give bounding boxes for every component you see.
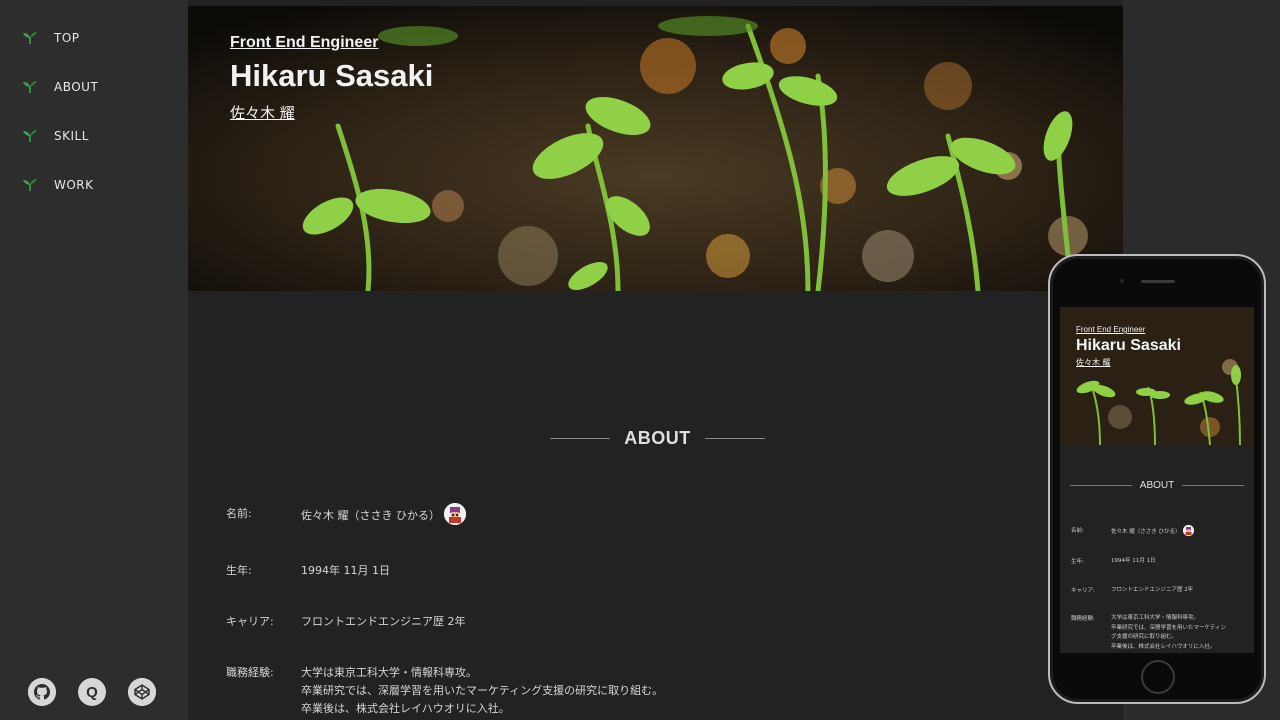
heading-divider bbox=[1182, 485, 1245, 486]
mobile-row-birth: 生年: 1994年 11月 1日 bbox=[1071, 557, 1156, 567]
hero-subtitle: Front End Engineer bbox=[230, 34, 379, 51]
row-label: キャリア: bbox=[1071, 588, 1095, 594]
about-row-name: 名前: 佐々木 耀（ささき ひかる） bbox=[226, 503, 466, 527]
codepen-icon[interactable] bbox=[128, 678, 156, 706]
sidebar-item-top[interactable]: TOP bbox=[22, 31, 80, 45]
row-value: 佐々木 耀（ささき ひかる） bbox=[1111, 525, 1194, 538]
avatar bbox=[1182, 525, 1194, 536]
mobile-about-heading: ABOUT bbox=[1070, 480, 1245, 491]
heading-divider bbox=[550, 438, 611, 439]
phone-speaker bbox=[1141, 280, 1175, 283]
mobile-row-experience: 職務経験: 大学は東京工科大学・情報科専攻。 卒業研究では、深層学習を用いたマー… bbox=[1071, 614, 1226, 652]
mobile-hero-subtitle: Front End Engineer bbox=[1076, 325, 1146, 334]
sprout-icon bbox=[23, 81, 37, 93]
mobile-row-career: キャリア: フロントエンドエンジニア歴 2年 bbox=[1071, 586, 1193, 596]
row-value: フロントエンドエンジニア歴 2年 bbox=[301, 615, 466, 628]
hero-name-kana: 佐々木 耀 bbox=[230, 104, 295, 122]
about-row-experience: 職務経験: 大学は東京工科大学・情報科専攻。 卒業研究では、深層学習を用いたマー… bbox=[226, 664, 663, 718]
experience-line: 卒業研究では、深層学習を用いたマーケティング支援の研究に取り組む。 bbox=[301, 684, 664, 697]
experience-line: 卒業後は、株式会社レイハウオリに入社。 bbox=[1111, 643, 1216, 650]
experience-line: 卒業研究では、深層学習を用いたマーケティン bbox=[1111, 624, 1227, 631]
name-value: 佐々木 耀（ささき ひかる） bbox=[301, 509, 440, 522]
qiita-glyph: Q bbox=[86, 683, 98, 701]
hero-text: Front End Engineer Hikaru Sasaki 佐々木 耀 bbox=[230, 34, 433, 123]
phone-home-button bbox=[1141, 660, 1175, 694]
sidebar: TOP ABOUT SKILL WORK Q bbox=[0, 0, 188, 720]
row-value: 佐々木 耀（ささき ひかる） bbox=[301, 503, 466, 527]
hero-banner: Front End Engineer Hikaru Sasaki 佐々木 耀 bbox=[188, 6, 1123, 291]
mobile-hero-banner: Front End Engineer Hikaru Sasaki 佐々木 耀 bbox=[1060, 307, 1254, 445]
row-label: キャリア: bbox=[226, 615, 274, 628]
sidebar-item-label: WORK bbox=[54, 178, 94, 192]
sidebar-item-work[interactable]: WORK bbox=[22, 178, 94, 192]
name-value: 佐々木 耀（ささき ひかる） bbox=[1111, 529, 1181, 535]
sidebar-item-about[interactable]: ABOUT bbox=[22, 80, 98, 94]
main-content: Front End Engineer Hikaru Sasaki 佐々木 耀 A… bbox=[188, 0, 1123, 720]
mobile-row-name: 名前: 佐々木 耀（ささき ひかる） bbox=[1071, 525, 1194, 538]
row-label: 職務経験: bbox=[226, 666, 274, 679]
row-label: 職務経験: bbox=[1071, 616, 1095, 622]
phone-screen: Front End Engineer Hikaru Sasaki 佐々木 耀 A… bbox=[1060, 307, 1254, 653]
mobile-hero-name-kana: 佐々木 耀 bbox=[1076, 358, 1111, 367]
mobile-hero-name: Hikaru Sasaki bbox=[1076, 337, 1181, 354]
row-label: 名前: bbox=[226, 507, 252, 520]
sprout-icon bbox=[23, 179, 37, 191]
mobile-hero-text: Front End Engineer Hikaru Sasaki 佐々木 耀 bbox=[1076, 325, 1181, 368]
qiita-icon[interactable]: Q bbox=[78, 678, 106, 706]
social-links: Q bbox=[28, 678, 156, 706]
experience-line: 大学は東京工科大学・情報科専攻。 bbox=[301, 666, 477, 679]
hero-name: Hikaru Sasaki bbox=[230, 58, 434, 93]
mobile-about-title: ABOUT bbox=[1139, 480, 1175, 491]
sidebar-item-label: ABOUT bbox=[54, 80, 99, 94]
row-value: フロントエンドエンジニア歴 2年 bbox=[1111, 587, 1194, 593]
sidebar-item-label: SKILL bbox=[54, 129, 89, 143]
about-row-career: キャリア: フロントエンドエンジニア歴 2年 bbox=[226, 613, 466, 631]
github-icon[interactable] bbox=[28, 678, 56, 706]
phone-camera bbox=[1120, 279, 1124, 283]
about-heading: ABOUT bbox=[550, 428, 765, 449]
about-row-birth: 生年: 1994年 11月 1日 bbox=[226, 562, 390, 580]
heading-divider bbox=[704, 438, 765, 439]
sprout-icon bbox=[23, 32, 37, 44]
row-value: 1994年 11月 1日 bbox=[301, 564, 390, 577]
sidebar-item-label: TOP bbox=[54, 31, 80, 45]
experience-line: グ支援の研究に取り組む。 bbox=[1111, 634, 1178, 640]
sidebar-item-skill[interactable]: SKILL bbox=[22, 129, 89, 143]
avatar bbox=[444, 503, 466, 525]
row-label: 生年: bbox=[226, 564, 252, 577]
row-label: 名前: bbox=[1071, 528, 1084, 534]
about-title: ABOUT bbox=[624, 428, 691, 448]
row-label: 生年: bbox=[1071, 559, 1084, 565]
phone-mockup: Front End Engineer Hikaru Sasaki 佐々木 耀 A… bbox=[1048, 254, 1266, 704]
experience-line: 卒業後は、株式会社レイハウオリに入社。 bbox=[301, 702, 510, 715]
heading-divider bbox=[1070, 485, 1132, 486]
experience-line: 大学は東京工科大学・情報科専攻。 bbox=[1111, 615, 1200, 621]
row-value: 1994年 11月 1日 bbox=[1111, 558, 1156, 564]
row-value: 大学は東京工科大学・情報科専攻。 卒業研究では、深層学習を用いたマーケティング支… bbox=[301, 664, 663, 718]
row-value: 大学は東京工科大学・情報科専攻。 卒業研究では、深層学習を用いたマーケティン グ… bbox=[1111, 614, 1226, 652]
sprout-icon bbox=[23, 130, 37, 142]
